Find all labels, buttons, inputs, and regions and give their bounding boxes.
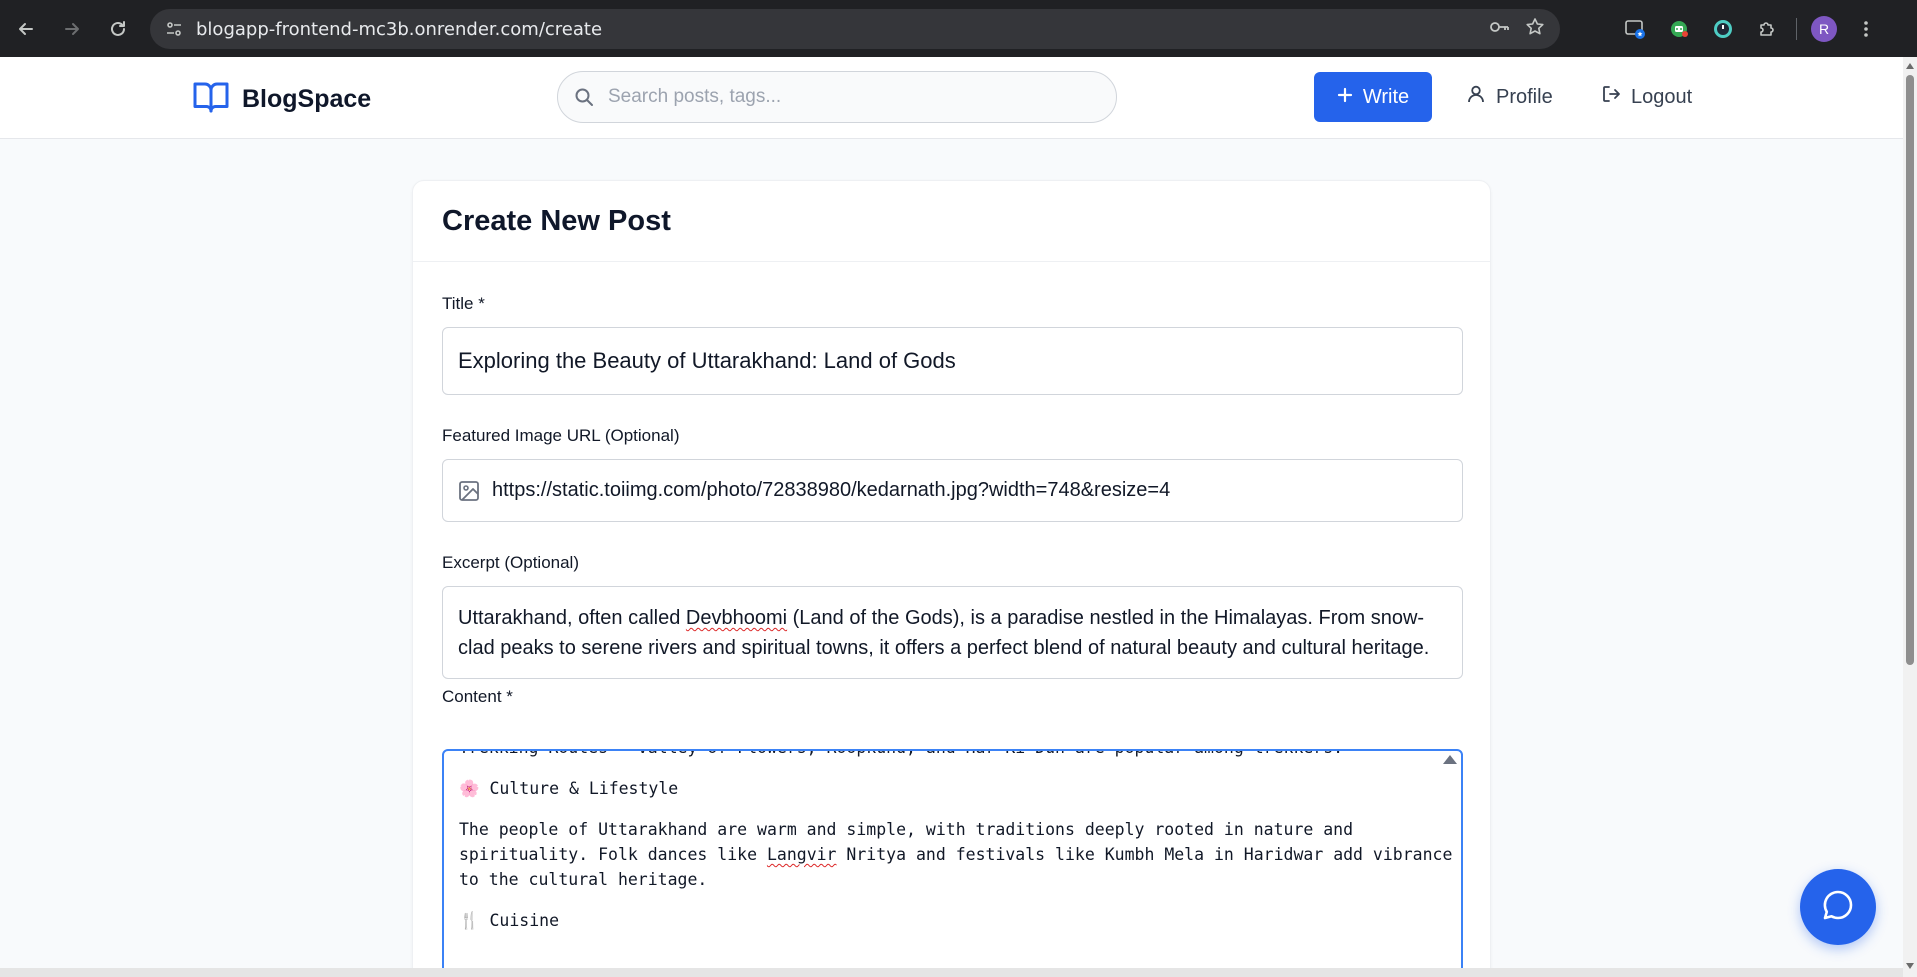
extensions-puzzle-icon[interactable] — [1752, 14, 1782, 44]
flower-emoji-icon: 🌸 — [459, 779, 480, 798]
site-settings-icon[interactable] — [154, 9, 194, 49]
toolbar-divider — [1796, 18, 1797, 40]
profile-avatar[interactable]: R — [1811, 16, 1837, 42]
user-icon — [1466, 84, 1486, 110]
scroll-down-arrow-icon[interactable] — [1906, 963, 1914, 969]
browser-toolbar: blogapp-frontend-mc3b.onrender.com/creat… — [0, 0, 1917, 57]
page-title: Create New Post — [442, 204, 671, 237]
title-label: Title * — [442, 294, 485, 313]
reload-icon[interactable] — [98, 9, 138, 49]
excerpt-misspelled-word: Devbhoomi — [685, 607, 788, 629]
image-url-label: Featured Image URL (Optional) — [442, 426, 680, 445]
logout-label: Logout — [1631, 85, 1693, 108]
plus-icon — [1337, 86, 1353, 109]
write-label: Write — [1362, 85, 1410, 108]
app-header: BlogSpace Write Profile Logout — [0, 57, 1903, 139]
content-line-trekking: Trekking Routes – Valley of Flowers, Roo… — [459, 751, 1446, 760]
chat-button[interactable] — [1800, 869, 1876, 945]
brand-name: BlogSpace — [242, 85, 372, 113]
content-misspelled-word: Langvir — [766, 845, 837, 864]
forward-icon[interactable] — [52, 9, 92, 49]
textarea-scroll-up-icon[interactable] — [1443, 755, 1457, 764]
search-icon — [574, 87, 594, 107]
fork-knife-emoji-icon: 🍴 — [459, 911, 480, 930]
timer-extension-icon[interactable] — [1708, 14, 1738, 44]
scroll-up-arrow-icon[interactable] — [1906, 63, 1914, 69]
content-cuisine-heading: 🍴 Cuisine — [459, 911, 560, 930]
profile-link[interactable]: Profile — [1466, 72, 1553, 122]
excerpt-textarea[interactable]: Uttarakhand, often called Devbhoomi (Lan… — [442, 586, 1463, 679]
search-bar[interactable] — [557, 71, 1117, 123]
page-scroll-thumb[interactable] — [1906, 75, 1914, 665]
content-label: Content * — [442, 687, 513, 706]
content-culture-line-2: spirituality. Folk dances like Langvir N… — [459, 845, 1453, 864]
logout-link[interactable]: Logout — [1601, 72, 1692, 122]
bookmark-star-icon[interactable] — [1524, 16, 1546, 43]
url-text[interactable]: blogapp-frontend-mc3b.onrender.com/creat… — [196, 19, 602, 40]
image-url-input[interactable]: https://static.toiimg.com/photo/72838980… — [442, 459, 1463, 522]
content-culture-heading: 🌸 Culture & Lifestyle — [459, 779, 679, 798]
bottom-edge — [0, 968, 1903, 977]
excerpt-text-start: Uttarakhand, often called — [458, 607, 686, 629]
title-input[interactable]: Exploring the Beauty of Uttarakhand: Lan… — [442, 327, 1463, 395]
content-textarea[interactable]: Trekking Routes – Valley of Flowers, Roo… — [442, 749, 1463, 977]
card-header: Create New Post — [413, 181, 1490, 262]
search-input[interactable] — [608, 86, 1088, 108]
tab-search-extension-icon[interactable] — [1620, 14, 1650, 44]
brand-logo[interactable]: BlogSpace — [192, 79, 371, 120]
page-scrollbar[interactable] — [1903, 57, 1917, 977]
profile-label: Profile — [1496, 85, 1553, 108]
browser-menu-icon[interactable] — [1851, 14, 1881, 44]
robot-extension-icon[interactable] — [1664, 14, 1694, 44]
address-bar[interactable]: blogapp-frontend-mc3b.onrender.com/creat… — [150, 9, 1560, 49]
content-culture-line-1: The people of Uttarakhand are warm and s… — [459, 820, 1354, 839]
create-post-card: Create New Post Title * Exploring the Be… — [412, 180, 1491, 977]
content-culture-line-3: to the cultural heritage. — [459, 870, 708, 889]
write-button[interactable]: Write — [1314, 72, 1432, 122]
logout-icon — [1601, 84, 1621, 110]
book-icon — [192, 79, 230, 120]
image-icon — [458, 480, 480, 502]
excerpt-label: Excerpt (Optional) — [442, 553, 579, 572]
password-key-icon[interactable] — [1488, 16, 1510, 43]
image-url-value: https://static.toiimg.com/photo/72838980… — [492, 479, 1171, 501]
back-icon[interactable] — [6, 9, 46, 49]
chat-bubble-icon — [1821, 888, 1855, 927]
